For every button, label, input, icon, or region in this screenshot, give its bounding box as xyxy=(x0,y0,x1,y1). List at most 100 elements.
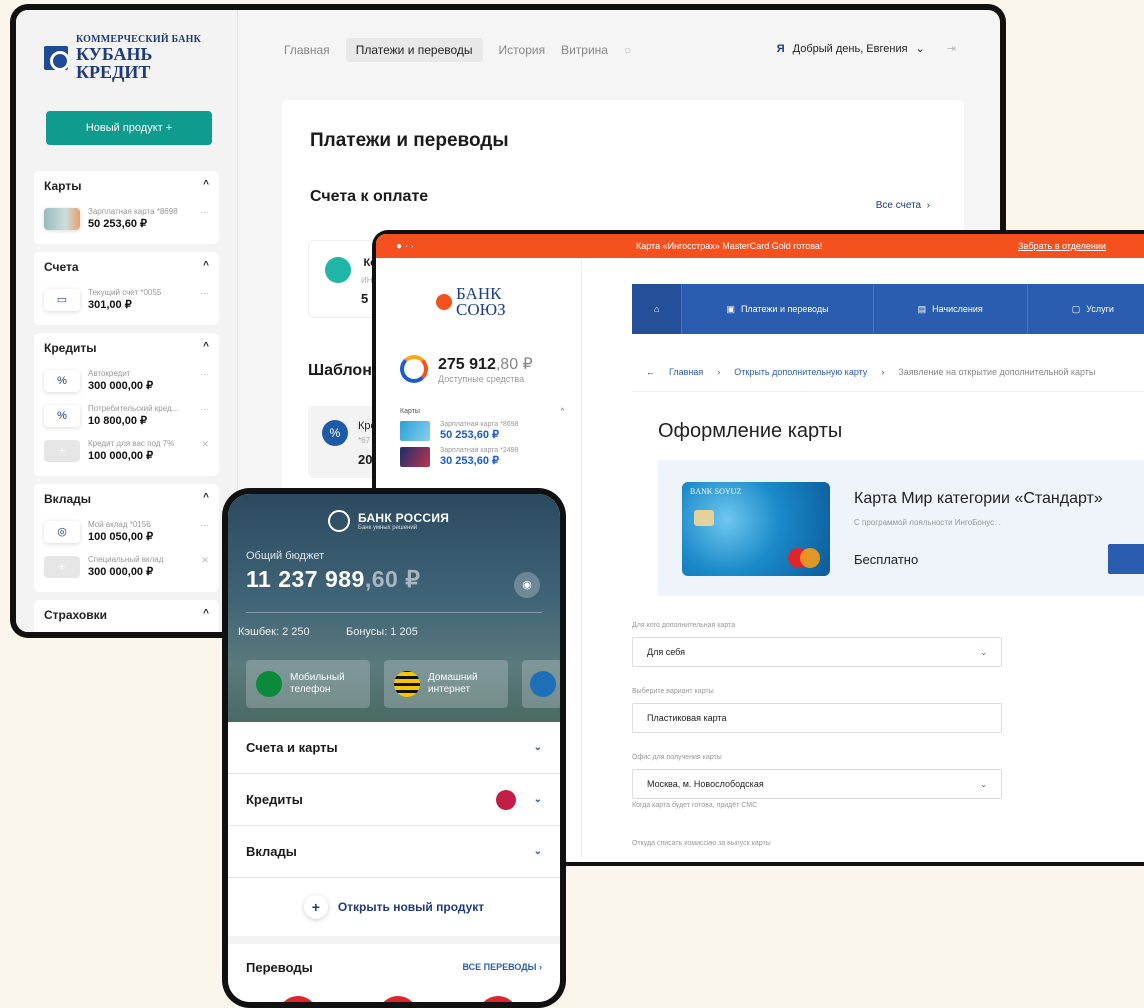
credits-row[interactable]: Кредиты ⌄ xyxy=(228,774,560,826)
field-value: Москва, м. Новослободская xyxy=(647,779,764,789)
more-tile[interactable] xyxy=(522,660,560,708)
chip-icon xyxy=(694,510,714,526)
user-icon: Я xyxy=(776,42,785,55)
row-label: Кредиты xyxy=(246,792,303,807)
alert-badge xyxy=(495,789,516,810)
field-value: Для себя xyxy=(647,647,685,657)
more-icon[interactable]: ··· xyxy=(200,207,209,217)
balance-main: 275 912 xyxy=(438,356,496,373)
card-variant-input[interactable]: Пластиковая карта xyxy=(632,703,1002,733)
more-icon[interactable]: ··· xyxy=(200,369,209,379)
plus-icon: + xyxy=(303,895,328,919)
card-offer: BANK SOYUZ Карта Мир категории «Стандарт… xyxy=(658,460,1144,596)
section-cards-header[interactable]: Карты ^ xyxy=(44,179,209,193)
mobile-operator-icon xyxy=(256,671,282,697)
home-icon[interactable]: ⌂ xyxy=(632,284,683,334)
transfer-contact-icon[interactable] xyxy=(378,996,418,1002)
section-title: Счета xyxy=(44,260,79,274)
mobile-phone-tile[interactable]: Мобильный телефон xyxy=(246,660,370,708)
percent-icon: % xyxy=(44,404,80,427)
nav-payments[interactable]: Платежи и переводы xyxy=(345,38,483,62)
item-value: 100 000,00 ₽ xyxy=(88,450,154,462)
accounts-cards-row[interactable]: Счета и карты ⌄ xyxy=(228,722,560,774)
card-value: 30 253,60 ₽ xyxy=(440,455,499,467)
user-menu[interactable]: Я Добрый день, Евгения ⌄ ⇥ xyxy=(776,42,956,56)
all-bills-link[interactable]: Все счета › xyxy=(876,200,930,211)
section-title: Страховки xyxy=(44,608,108,622)
section-credits-header[interactable]: Кредиты ^ xyxy=(44,341,209,355)
more-icon[interactable]: ··· xyxy=(200,520,209,530)
new-product-button[interactable]: Новый продукт + xyxy=(46,111,212,145)
banner-message: Карта «Ингосстрах» MasterCard Gold готов… xyxy=(636,241,823,251)
deposits-row[interactable]: Вклады ⌄ xyxy=(228,826,560,878)
nav-services[interactable]: ▢ Услуги xyxy=(1028,284,1144,334)
mastercard-icon xyxy=(788,548,820,568)
list-item[interactable]: + Специальный вклад 300 000,00 ₽ ✕ xyxy=(44,549,209,584)
transfer-contact-icon[interactable] xyxy=(478,996,518,1002)
all-transfers-link[interactable]: ВСЕ ПЕРЕВОДЫ › xyxy=(462,962,542,972)
nav-label: Платежи и переводы xyxy=(740,304,829,314)
search-icon[interactable]: ○ xyxy=(624,43,631,57)
back-arrow-icon[interactable]: ← xyxy=(646,367,655,377)
row-label: Счета и карты xyxy=(246,740,338,755)
section-deposits-header[interactable]: Вклады ^ xyxy=(44,492,209,506)
recipient-select[interactable]: Для себя ⌄ xyxy=(632,637,1002,667)
kuban-logo[interactable]: КОММЕРЧЕСКИЙ БАНК КУБАНЬ КРЕДИТ xyxy=(44,34,219,81)
banner-link[interactable]: Забрать в отделении xyxy=(1018,241,1106,251)
section-accounts-header[interactable]: Счета ^ xyxy=(44,260,209,274)
list-item[interactable]: Зарплатная карта *8698 50 253,60 ₽ ··· xyxy=(44,201,209,236)
more-icon[interactable]: ··· xyxy=(200,288,209,298)
card-icon xyxy=(400,421,430,441)
nav-history[interactable]: История xyxy=(499,43,546,57)
all-transfers-label: ВСЕ ПЕРЕВОДЫ xyxy=(462,962,537,972)
office-field: Офис для получения карты Москва, м. Ново… xyxy=(632,754,1002,809)
nav-payments[interactable]: ▣ Платежи и переводы xyxy=(682,284,874,334)
template-amount: 20 xyxy=(358,452,373,467)
card-brand-logo: BANK SOYUZ xyxy=(690,487,742,496)
close-icon[interactable]: ✕ xyxy=(201,439,209,450)
page-title: Оформление карты xyxy=(658,420,843,442)
close-icon[interactable]: ✕ xyxy=(201,555,209,566)
nav-accruals[interactable]: ▤ Начисления xyxy=(874,284,1028,334)
home-internet-tile[interactable]: Домашний интернет xyxy=(384,660,508,708)
nav-home[interactable]: Главная xyxy=(284,43,330,57)
list-item[interactable]: Зарплатная карта *2498 30 253,60 ₽ xyxy=(400,447,564,467)
list-item[interactable]: % Автокредит 300 000,00 ₽ ··· xyxy=(44,363,209,398)
list-item[interactable]: ▭ Текущий счет *0055 301,00 ₽ ··· xyxy=(44,282,209,317)
chevron-right-icon: › xyxy=(881,366,885,377)
section-title: Кредиты xyxy=(44,341,97,355)
field-value: Пластиковая карта xyxy=(647,713,727,723)
section-insurance-header[interactable]: Страховки ^ xyxy=(44,608,209,622)
dots-icon: ● · · xyxy=(396,240,415,252)
apply-button[interactable]: П xyxy=(1108,544,1144,574)
percent-icon: % xyxy=(322,420,348,446)
nav-label: Услуги xyxy=(1086,304,1114,314)
field-label: Откуда списать комиссию за выпуск карты xyxy=(632,840,771,847)
item-value: 300 000,00 ₽ xyxy=(88,380,154,392)
card-icon xyxy=(400,447,430,467)
logout-icon[interactable]: ⇥ xyxy=(947,42,956,55)
cashback: Кэшбек: 2 250 xyxy=(238,626,310,638)
breadcrumb-home[interactable]: Главная xyxy=(669,367,703,377)
breadcrumb-open-card[interactable]: Открыть дополнительную карту xyxy=(734,367,867,377)
chevron-up-icon[interactable]: ^ xyxy=(561,408,564,415)
fee-source-field: Откуда списать комиссию за выпуск карты xyxy=(632,840,1002,855)
internet-operator-icon xyxy=(394,671,420,697)
breadcrumb: ← Главная › Открыть дополнительную карту… xyxy=(632,352,1144,392)
list-item[interactable]: Зарплатная карта *8698 50 253,60 ₽ xyxy=(400,421,564,441)
eye-icon[interactable]: ◉ xyxy=(514,572,540,598)
soyuz-logo[interactable]: БАНК СОЮЗ xyxy=(436,285,506,318)
list-item[interactable]: + Кредит для вас под 7% 100 000,00 ₽ ✕ xyxy=(44,433,209,468)
nav-showcase[interactable]: Витрина xyxy=(561,43,608,57)
list-item[interactable]: % Потребительский кред... 10 800,00 ₽ ··· xyxy=(44,398,209,433)
field-label: Выберите вариант карты xyxy=(632,688,714,695)
more-icon[interactable]: ··· xyxy=(200,404,209,414)
office-select[interactable]: Москва, м. Новослободская ⌄ xyxy=(632,769,1002,799)
transfer-contact-icon[interactable] xyxy=(278,996,318,1002)
list-item[interactable]: ◎ Мой вклад *0156 100 050,00 ₽ ··· xyxy=(44,514,209,549)
open-new-product-button[interactable]: + Открыть новый продукт xyxy=(228,878,560,936)
item-name: Зарплатная карта *8698 xyxy=(88,207,178,216)
row-label: Вклады xyxy=(246,844,297,859)
card-variant-field: Выберите вариант карты Пластиковая карта xyxy=(632,688,1002,733)
section-accounts: Счета ^ ▭ Текущий счет *0055 301,00 ₽ ··· xyxy=(34,252,219,325)
